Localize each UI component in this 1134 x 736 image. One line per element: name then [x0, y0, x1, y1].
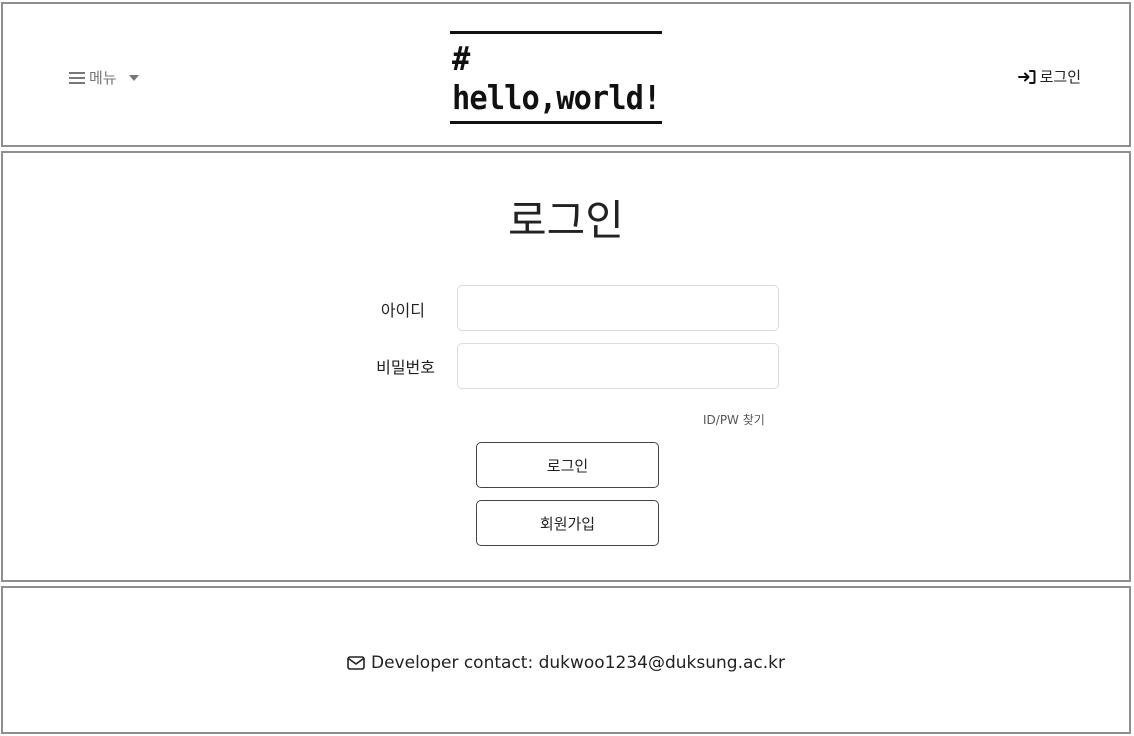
password-input[interactable] — [457, 343, 779, 389]
hamburger-icon — [69, 71, 85, 84]
sign-in-icon — [1017, 69, 1036, 84]
developer-contact: Developer contact: dukwoo1234@duksung.ac… — [3, 653, 1129, 673]
header-login-label: 로그인 — [1039, 68, 1081, 86]
header-login-link[interactable]: 로그인 — [1017, 66, 1081, 87]
login-panel: 로그인 아이디 비밀번호 ID/PW 찾기 로그인 회원가입 — [1, 151, 1131, 582]
site-logo[interactable]: # hello,world! — [450, 31, 662, 124]
site-footer: Developer contact: dukwoo1234@duksung.ac… — [1, 586, 1131, 734]
contact-text: Developer contact: dukwoo1234@duksung.ac… — [371, 653, 785, 673]
password-label: 비밀번호 — [376, 358, 435, 377]
find-id-password-link[interactable]: ID/PW 찾기 — [703, 411, 765, 428]
envelope-icon — [347, 656, 365, 670]
menu-dropdown-toggle[interactable]: 메뉴 — [69, 67, 139, 88]
caret-down-icon — [128, 74, 139, 81]
id-label: 아이디 — [380, 301, 425, 320]
page-title: 로그인 — [508, 196, 624, 245]
logo-text: # hello,world! — [451, 38, 661, 117]
menu-label: 메뉴 — [89, 69, 117, 87]
id-input[interactable] — [457, 285, 779, 331]
site-header: 메뉴 # hello,world! 로그인 — [1, 2, 1131, 147]
login-button[interactable]: 로그인 — [476, 442, 659, 488]
signup-button[interactable]: 회원가입 — [476, 500, 659, 546]
